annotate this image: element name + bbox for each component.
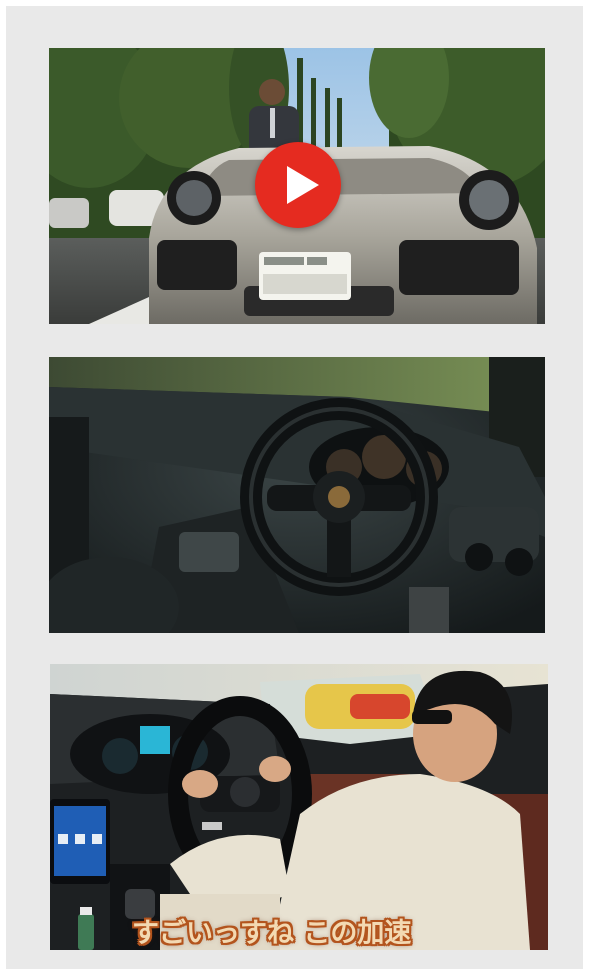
video-thumbnail-porsche-interior[interactable] (49, 357, 545, 633)
play-button[interactable] (255, 142, 341, 228)
play-icon (287, 166, 319, 204)
video-thumbnail-driving[interactable]: すごいっすね この加速 (50, 664, 548, 950)
thumbnail-image (49, 357, 545, 633)
thumbnail-image (50, 664, 548, 950)
subtitle-caption: すごいっすね この加速 (132, 918, 412, 949)
video-thumbnail-porsche-exterior[interactable] (49, 48, 545, 324)
video-list-panel: すごいっすね この加速 (6, 6, 583, 969)
